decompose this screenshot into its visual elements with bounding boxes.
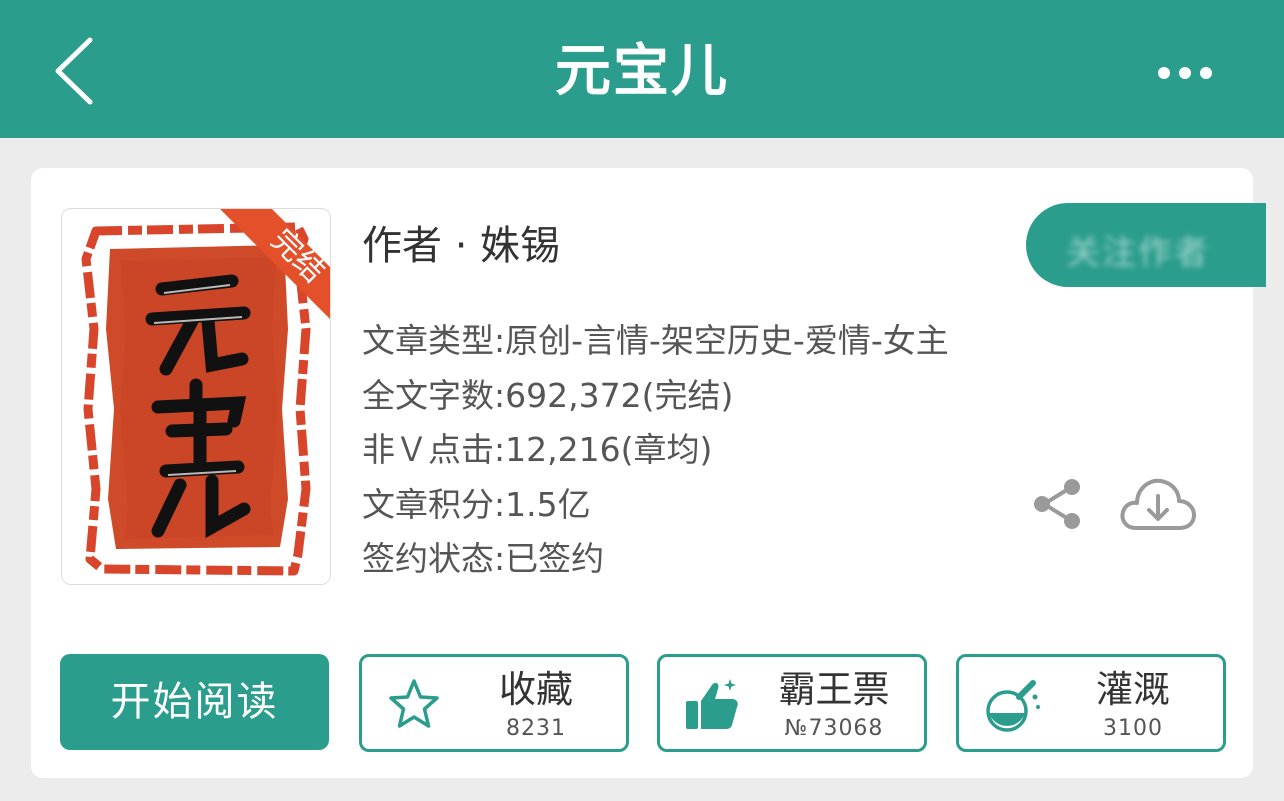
author-name[interactable]: 作者 · 姝锡 bbox=[362, 218, 560, 274]
vote-count: №73068 bbox=[784, 716, 884, 741]
nourish-count: 3100 bbox=[1103, 716, 1163, 741]
info-sign-status: 签约状态:已签约 bbox=[362, 539, 605, 578]
star-icon bbox=[389, 679, 439, 728]
share-icon bbox=[1034, 479, 1080, 529]
start-reading-button[interactable]: 开始阅读 bbox=[60, 654, 329, 750]
share-button[interactable] bbox=[1030, 476, 1086, 532]
collect-label: 收藏 bbox=[499, 668, 573, 711]
nourish-button[interactable]: 灌溉 3100 bbox=[956, 654, 1226, 752]
cover-art: 完结 bbox=[62, 209, 330, 584]
page-title: 元宝儿 bbox=[555, 39, 729, 104]
collect-count: 8231 bbox=[506, 716, 566, 741]
info-word-count: 全文字数:692,372(完结) bbox=[362, 375, 734, 415]
info-genre: 文章类型:原创-言情-架空历史-爱情-女主 bbox=[362, 321, 949, 360]
download-button[interactable] bbox=[1118, 472, 1198, 536]
flask-icon bbox=[986, 680, 1040, 732]
more-horizontal-icon bbox=[1158, 67, 1212, 79]
thumbs-up-icon bbox=[686, 679, 738, 729]
collect-button[interactable]: 收藏 8231 bbox=[359, 654, 629, 752]
info-score: 文章积分:1.5亿 bbox=[362, 484, 591, 524]
follow-author-button[interactable]: 关注作者 bbox=[1026, 203, 1266, 287]
vote-button[interactable]: 霸王票 №73068 bbox=[657, 654, 927, 752]
more-button[interactable] bbox=[1155, 60, 1215, 86]
follow-author-label: 关注作者 bbox=[1066, 233, 1210, 273]
nourish-label: 灌溉 bbox=[1096, 668, 1170, 711]
book-info: 文章类型:原创-言情-架空历史-爱情-女主 全文字数:692,372(完结) 非… bbox=[362, 314, 949, 587]
app-header: 元宝儿 bbox=[0, 0, 1284, 138]
vote-label: 霸王票 bbox=[778, 668, 890, 711]
info-clicks: 非Ｖ点击:12,216(章均) bbox=[362, 430, 713, 469]
cloud-download-icon bbox=[1120, 478, 1196, 530]
book-cover[interactable]: 完结 bbox=[61, 208, 331, 585]
